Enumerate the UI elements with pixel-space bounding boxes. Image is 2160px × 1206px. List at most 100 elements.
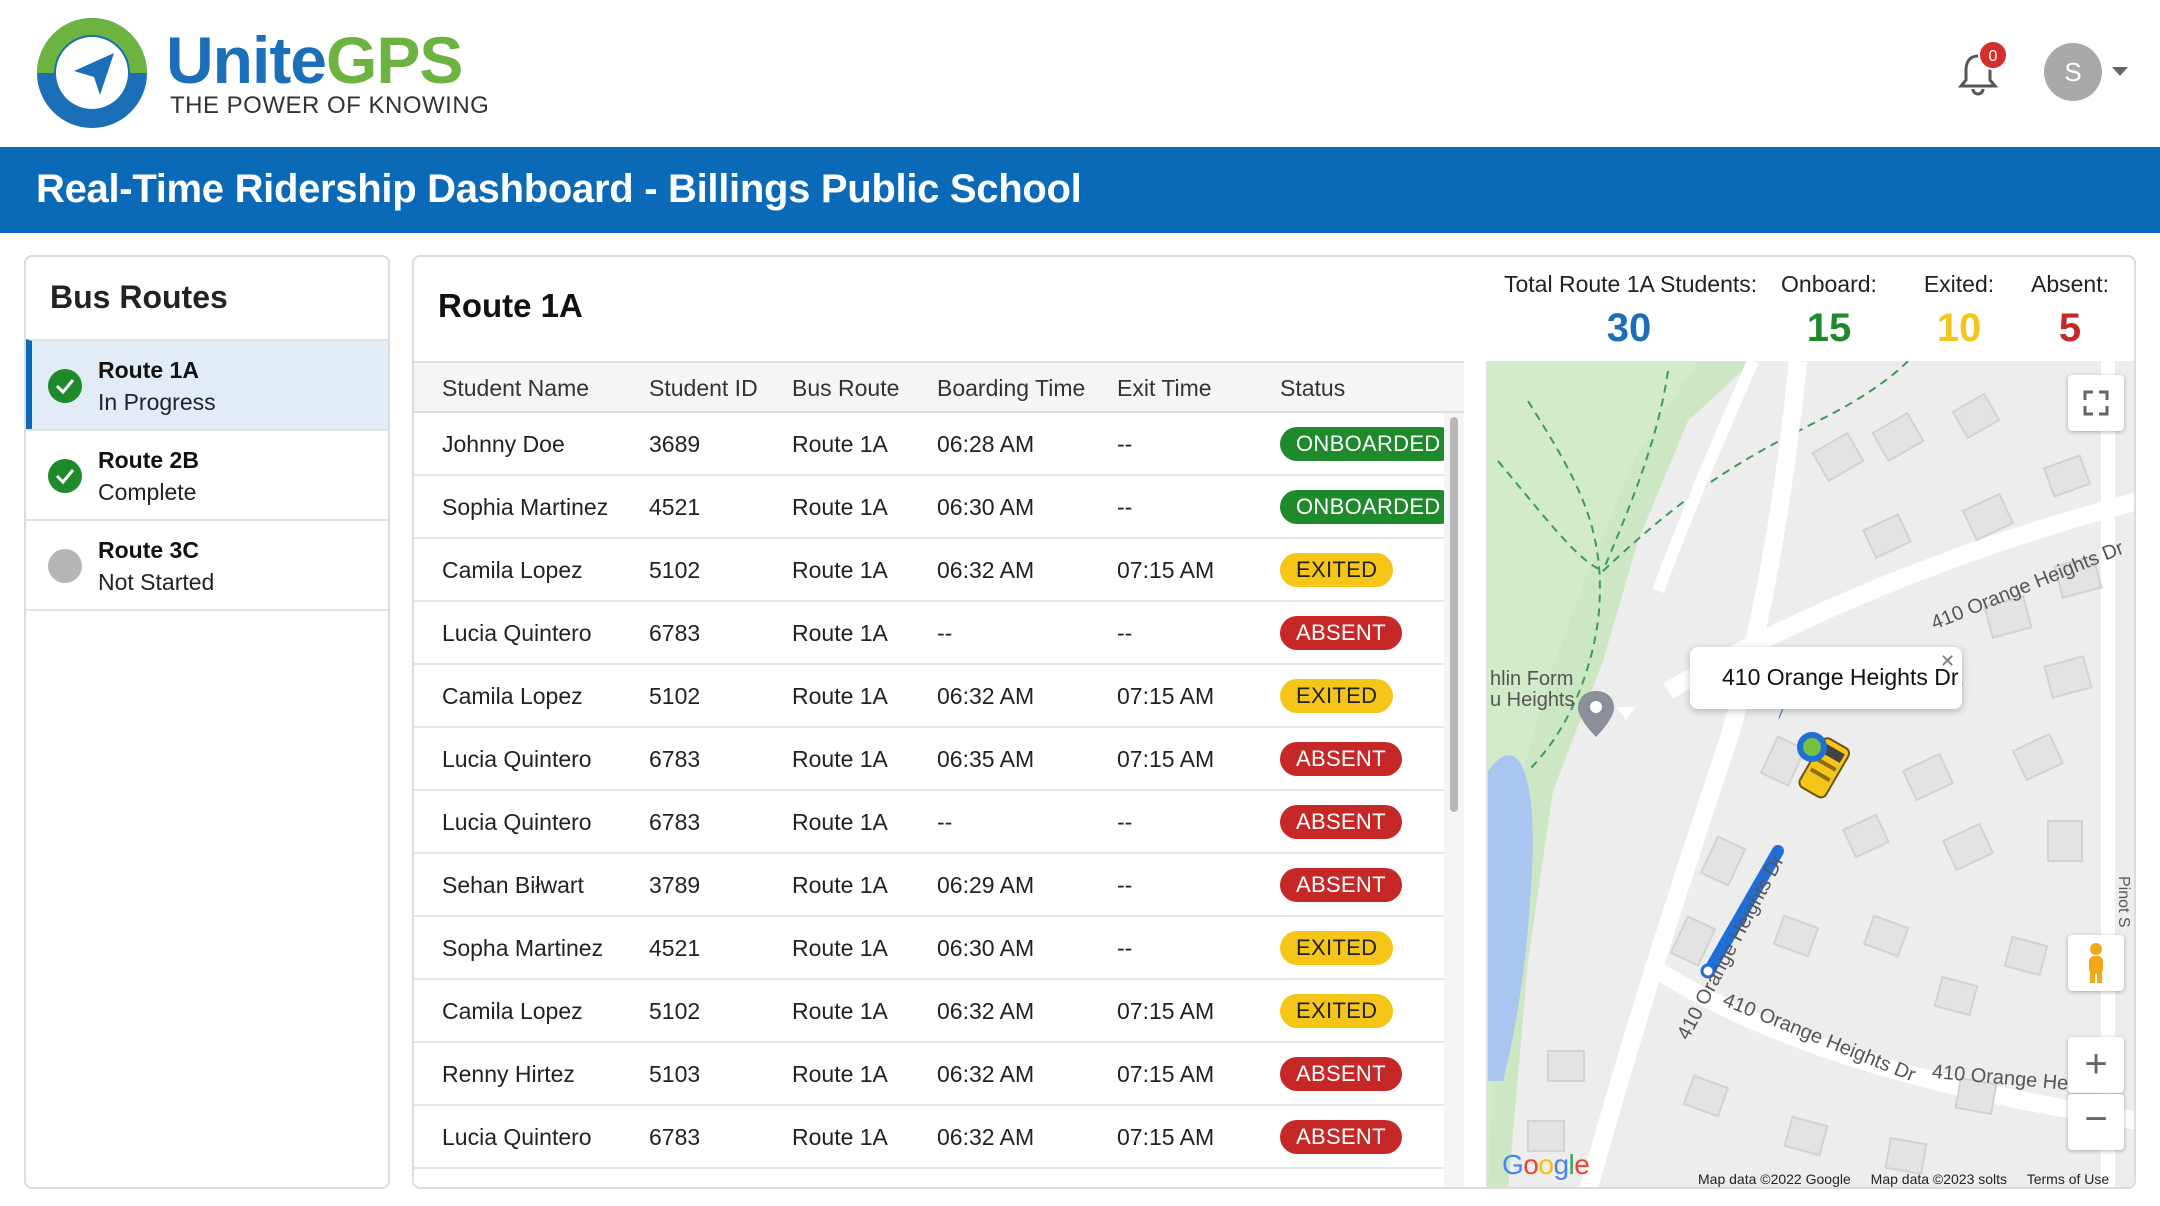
student-id-cell: 4521	[649, 494, 701, 520]
student-id-cell: 6783	[649, 620, 701, 646]
student-name-cell: Camila Lopez	[442, 998, 583, 1024]
column-header-status[interactable]: Status	[1280, 375, 1345, 402]
bus-route-cell: Route 1A	[792, 746, 888, 772]
boarding-time-cell: 06:32 AM	[937, 1124, 1035, 1150]
exit-time-cell: --	[1117, 872, 1133, 898]
chevron-down-icon[interactable]	[2112, 67, 2128, 76]
bus-route-cell: Route 1A	[792, 494, 888, 520]
student-id-cell: 5103	[649, 1061, 701, 1087]
route-status: Not Started	[98, 569, 215, 595]
status-badge: ABSENT	[1280, 742, 1402, 776]
bus-route-cell: Route 1A	[792, 1061, 888, 1087]
table-scrollbar[interactable]	[1444, 413, 1464, 1187]
student-name-cell: Johnny Doe	[442, 431, 565, 457]
boarding-time-cell: --	[937, 620, 953, 646]
poi-label: hlin Form	[1490, 668, 1574, 690]
table-row[interactable]: Camila Lopez 5102 Route 1A 06:32 AM 07:15 AM…	[414, 539, 1444, 602]
stat-value: 5	[2058, 306, 2082, 350]
table-row[interactable]: Lucia Quintero 6783 Route 1A 06:35 AM 07:15 …	[414, 728, 1444, 791]
status-badge: ABSENT	[1280, 868, 1402, 902]
boarding-time-cell: 06:32 AM	[937, 1061, 1035, 1087]
zoom-in-button[interactable]: +	[2068, 1037, 2124, 1093]
status-badge: EXITED	[1280, 679, 1394, 713]
boarding-time-cell: 06:32 AM	[937, 557, 1035, 583]
bus-route-cell: Route 1A	[792, 557, 888, 583]
table-row[interactable]: Renny Hirtez 5103 Route 1A 06:32 AM 07:15 AM…	[414, 1043, 1444, 1106]
column-header-exit-time[interactable]: Exit Time	[1117, 375, 1212, 402]
student-name-cell: Renny Hirtez	[442, 1061, 575, 1087]
table-row[interactable]: Lucia Quintero 6783 Route 1A -- -- ABSENT	[414, 602, 1444, 665]
location-popup[interactable]: 410 Orange Heights Dr ✕	[1690, 647, 1962, 709]
map-canvas[interactable]	[1488, 361, 2136, 1189]
status-badge: ABSENT	[1280, 1120, 1402, 1154]
boarding-time-cell: 06:32 AM	[937, 998, 1035, 1024]
boarding-time-cell: 06:30 AM	[937, 935, 1035, 961]
user-avatar[interactable]: S	[2044, 43, 2102, 101]
table-row[interactable]: Lucia Quintero 6783 Route 1A 06:32 AM 07:15 …	[414, 1106, 1444, 1169]
boarding-time-cell: 06:28 AM	[937, 431, 1035, 457]
stat-total-students: Total Route 1A Students: 30	[1504, 271, 1757, 351]
route-name: Route 3C	[98, 537, 199, 563]
terms-of-use-link[interactable]: Terms of Use	[2027, 1171, 2109, 1187]
check-circle-icon	[48, 459, 82, 493]
exit-time-cell: 07:15 AM	[1117, 1061, 1215, 1087]
route-map[interactable]: 410 Orange Heights Dr 410 Orange Heights…	[1486, 361, 2136, 1189]
route-title: Route 1A	[438, 287, 583, 324]
student-id-cell: 5102	[649, 998, 701, 1024]
exit-time-cell: 07:15 AM	[1117, 1124, 1215, 1150]
table-header: Student Name Student ID Bus Route Boardi…	[414, 363, 1464, 413]
status-badge: EXITED	[1280, 553, 1394, 587]
table-row[interactable]: Johnny Doe 3689 Route 1A 06:28 AM -- ONBOARDE…	[414, 413, 1457, 476]
status-badge: ABSENT	[1280, 1057, 1402, 1091]
bus-route-cell: Route 1A	[792, 620, 888, 646]
exit-time-cell: 07:15 AM	[1117, 746, 1215, 772]
student-id-cell: 6783	[649, 1124, 701, 1150]
bus-route-cell: Route 1A	[792, 431, 888, 457]
student-id-cell: 6783	[649, 809, 701, 835]
zoom-out-button[interactable]: −	[2068, 1094, 2124, 1150]
table-row[interactable]: Lucia Quintero 6783 Route 1A -- -- ABSENT	[414, 791, 1444, 854]
student-id-cell: 4521	[649, 935, 701, 961]
table-row[interactable]: Camila Lopez 5102 Route 1A 06:32 AM 07:15 AM…	[414, 980, 1444, 1043]
student-id-cell: 3789	[649, 872, 701, 898]
boarding-time-cell: 06:29 AM	[937, 872, 1035, 898]
scrollbar-thumb[interactable]	[1450, 417, 1458, 812]
column-header-boarding-time[interactable]: Boarding Time	[937, 375, 1085, 402]
fullscreen-button[interactable]	[2068, 375, 2124, 431]
grey-circle-icon	[48, 549, 82, 583]
bus-route-cell: Route 1A	[792, 1124, 888, 1150]
table-row[interactable]: Sophia Martinez 4521 Route 1A 06:30 AM -- ONB…	[414, 476, 1457, 539]
boarding-time-cell: 06:30 AM	[937, 494, 1035, 520]
route-status: Complete	[98, 479, 197, 505]
sidebar-item-route-1a[interactable]: Route 1A In Progress	[26, 339, 388, 429]
column-header-bus-route[interactable]: Bus Route	[792, 375, 899, 402]
unitegps-logo-icon	[37, 18, 147, 128]
sidebar-item-route-2b[interactable]: Route 2B Complete	[26, 429, 388, 519]
student-name-cell: Lucia Quintero	[442, 620, 592, 646]
bus-route-cell: Route 1A	[792, 683, 888, 709]
column-header-student-name[interactable]: Student Name	[442, 375, 589, 402]
stat-value: 10	[1936, 306, 1982, 350]
title-bar: Real-Time Ridership Dashboard - Billings…	[0, 147, 2160, 233]
status-badge: EXITED	[1280, 931, 1394, 965]
boarding-time-cell: --	[937, 809, 953, 835]
table-row[interactable]: Sehan Biłwart 3789 Route 1A 06:29 AM -- ABSEN…	[414, 854, 1444, 917]
google-logo: Google	[1502, 1149, 1590, 1180]
stat-value: 15	[1806, 306, 1852, 350]
brand-name: UniteGPS	[166, 23, 463, 97]
map-attribution: Map data ©2022 Google Map data ©2023 sol…	[1698, 1171, 2125, 1187]
student-id-cell: 3689	[649, 431, 701, 457]
route-name: Route 1A	[98, 357, 199, 383]
brand-tagline: THE POWER OF KNOWING	[170, 92, 490, 119]
street-view-button[interactable]	[2068, 935, 2124, 991]
boarding-time-cell: 06:35 AM	[937, 746, 1035, 772]
table-row[interactable]: Sopha Martinez 4521 Route 1A 06:30 AM -- EXIT…	[414, 917, 1444, 980]
sidebar-title: Bus Routes	[50, 279, 228, 315]
sidebar-item-route-3c[interactable]: Route 3C Not Started	[26, 519, 388, 611]
student-name-cell: Sopha Martinez	[442, 935, 604, 961]
close-icon[interactable]: ✕	[1940, 651, 1955, 672]
table-row[interactable]: Camila Lopez 5102 Route 1A 06:32 AM 07:15 AM…	[414, 665, 1444, 728]
exit-time-cell: --	[1117, 809, 1133, 835]
column-header-student-id[interactable]: Student ID	[649, 375, 758, 402]
route-status: In Progress	[98, 389, 216, 415]
